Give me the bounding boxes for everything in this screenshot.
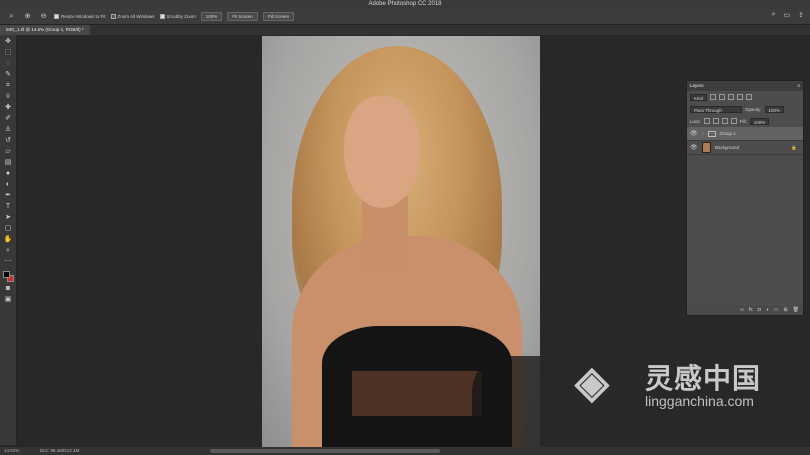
document-tab[interactable]: IMG_1.tif @ 14.6% (Group 1, RGB/8) * <box>0 25 90 35</box>
scrubby-zoom-checkbox[interactable]: Scrubby Zoom <box>159 14 196 19</box>
pen-icon[interactable]: ✒ <box>3 191 14 201</box>
marquee-icon[interactable]: ⬚ <box>3 48 14 58</box>
toolbar: ✥ ⬚ ◌ ✎ ⌗ ⌽ ✚ ✐ ♙ ↺ ▱ ▤ ● ◐ ✒ T ➤ ▢ ✋ ⌕ … <box>0 35 17 445</box>
fx-icon[interactable]: fx <box>749 305 753 315</box>
more-icon[interactable]: ⋯ <box>3 257 14 267</box>
fill-label: Fill: <box>739 118 747 124</box>
zoom-out-icon[interactable]: ⊖ <box>38 12 49 22</box>
history-brush-icon[interactable]: ↺ <box>3 136 14 146</box>
visibility-eye-icon[interactable]: 👁 <box>690 144 698 151</box>
layers-panel-footer: ∞ fx ◘ ◑ ▭ ⊞ 🗑 <box>687 305 803 315</box>
fit-screen-button[interactable]: Fit Screen <box>227 12 258 21</box>
eraser-icon[interactable]: ▱ <box>3 147 14 157</box>
doc-size: Doc: 86.1M/212.1M <box>40 448 80 453</box>
photo-dress-sheer <box>352 371 482 416</box>
expand-arrow-icon[interactable]: › <box>702 131 704 136</box>
dodge-icon[interactable]: ◐ <box>3 180 14 190</box>
zoom-icon[interactable]: ⌕ <box>3 246 14 256</box>
lock-position-icon[interactable] <box>712 118 719 124</box>
shape-icon[interactable]: ▢ <box>3 224 14 234</box>
fill-screen-button[interactable]: Fill Screen <box>262 12 295 21</box>
new-layer-icon[interactable]: ⊞ <box>783 305 787 315</box>
adjustment-layer-icon[interactable]: ◑ <box>766 305 769 315</box>
zoom-level[interactable]: 14.61% <box>4 447 19 455</box>
filter-smart-icon[interactable] <box>746 94 753 100</box>
layers-panel-header: Layers ≡ <box>687 81 803 91</box>
hand-icon[interactable]: ✋ <box>3 235 14 245</box>
search-icon[interactable]: ⌕ <box>772 11 776 19</box>
document-tab-bar: IMG_1.tif @ 14.6% (Group 1, RGB/8) * <box>0 25 810 35</box>
healing-icon[interactable]: ✚ <box>3 103 14 113</box>
filter-shape-icon[interactable] <box>737 94 744 100</box>
resize-windows-checkbox[interactable]: Resize Windows to Fit <box>54 14 106 19</box>
watermark: ◈ 灵感中国 lingganchina.com <box>575 355 790 415</box>
quick-select-icon[interactable]: ✎ <box>3 70 14 80</box>
watermark-text: 灵感中国 <box>645 363 762 394</box>
folder-icon <box>707 130 716 137</box>
filter-adjust-icon[interactable] <box>719 94 726 100</box>
delete-layer-icon[interactable]: 🗑 <box>793 305 799 315</box>
window-title: Adobe Photoshop CC 2018 <box>0 0 810 9</box>
photo-face <box>344 96 420 208</box>
zoom-in-icon[interactable]: ⊕ <box>22 12 33 22</box>
fill-input[interactable]: 100% <box>749 117 770 125</box>
type-icon[interactable]: T <box>3 202 14 212</box>
blur-icon[interactable]: ● <box>3 169 14 179</box>
color-swatches[interactable] <box>2 270 15 283</box>
filter-type-icon[interactable] <box>728 94 735 100</box>
workspace-icon[interactable]: ▭ <box>784 11 791 19</box>
photo-tulle <box>472 356 540 448</box>
lasso-icon[interactable]: ◌ <box>3 59 14 69</box>
layers-panel-title[interactable]: Layers <box>690 83 704 88</box>
lock-label: Lock: <box>690 118 701 124</box>
opacity-label: Opacity: <box>745 106 762 112</box>
zoom-tool-icon[interactable]: ⌕ <box>6 12 17 22</box>
options-right: ⌕ ▭ ⇪ <box>772 11 804 19</box>
horizontal-scrollbar[interactable] <box>210 449 440 453</box>
foreground-color[interactable] <box>2 271 10 278</box>
watermark-url: lingganchina.com <box>645 393 754 409</box>
layer-name: Background <box>715 145 740 150</box>
zoom-all-checkbox[interactable]: Zoom All Windows <box>110 14 155 19</box>
lock-artboard-icon[interactable] <box>721 118 728 124</box>
lock-icon[interactable]: 🔒 <box>791 145 797 151</box>
layer-row-background[interactable]: 👁 Background 🔒 <box>687 141 803 155</box>
lock-pixels-icon[interactable] <box>703 118 710 124</box>
screen-mode-icon[interactable]: ▣ <box>3 295 14 305</box>
add-mask-icon[interactable]: ◘ <box>758 305 761 315</box>
panel-menu-icon[interactable]: ≡ <box>797 81 800 91</box>
layers-panel: Layers ≡ Kind Pass Through Opacity: 100%… <box>686 80 804 316</box>
brush-icon[interactable]: ✐ <box>3 114 14 124</box>
stamp-icon[interactable]: ♙ <box>3 125 14 135</box>
gradient-icon[interactable]: ▤ <box>3 158 14 168</box>
options-bar: ⌕ ⊕ ⊖ Resize Windows to Fit Zoom All Win… <box>0 9 810 25</box>
opacity-input[interactable]: 100% <box>764 105 785 113</box>
document-canvas[interactable] <box>262 36 540 448</box>
visibility-eye-icon[interactable]: 👁 <box>690 130 698 137</box>
new-group-icon[interactable]: ▭ <box>774 305 779 315</box>
layer-thumbnail <box>702 142 711 153</box>
move-icon[interactable]: ✥ <box>3 37 14 47</box>
lock-row: Lock: Fill: 100% <box>687 115 803 127</box>
share-icon[interactable]: ⇪ <box>798 11 804 19</box>
crop-icon[interactable]: ⌗ <box>3 81 14 91</box>
eyedropper-icon[interactable]: ⌽ <box>3 92 14 102</box>
path-select-icon[interactable]: ➤ <box>3 213 14 223</box>
layer-row-group[interactable]: 👁 › Group 1 <box>687 127 803 141</box>
blend-mode-select[interactable]: Pass Through <box>690 105 742 113</box>
filter-pixel-icon[interactable] <box>710 94 717 100</box>
blend-row: Pass Through Opacity: 100% <box>687 103 803 115</box>
layer-name: Group 1 <box>719 131 736 136</box>
quick-mask-icon[interactable]: ◙ <box>3 284 14 294</box>
link-layers-icon[interactable]: ∞ <box>740 305 744 315</box>
layer-filter-row: Kind <box>687 91 803 103</box>
lock-all-icon[interactable] <box>730 118 737 124</box>
zoom-100-button[interactable]: 100% <box>200 12 223 21</box>
filter-kind-select[interactable]: Kind <box>690 93 708 101</box>
watermark-logo-icon: ◈ <box>575 358 609 407</box>
